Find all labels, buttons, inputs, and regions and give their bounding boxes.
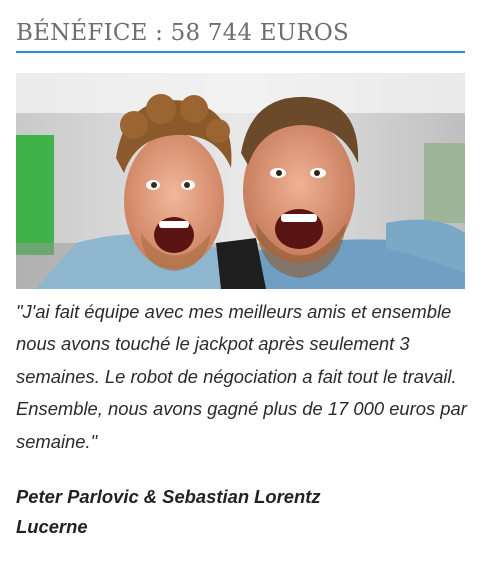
profit-heading: BÉNÉFICE : 58 744 EUROS [16, 20, 349, 46]
heading-underline [16, 51, 465, 53]
selfie-photo-illustration [16, 73, 465, 289]
author-city: Lucerne [16, 516, 88, 537]
author-names: Peter Parlovic & Sebastian Lorentz [16, 486, 321, 507]
testimonial-quote: "J'ai fait équipe avec mes meilleurs ami… [16, 301, 467, 452]
testimonial-card: BÉNÉFICE : 58 744 EUROS "J'ai fait équip… [0, 0, 484, 562]
testimonial-author: Peter Parlovic & Sebastian Lorentz Lucer… [16, 482, 468, 542]
testimonial-photo [16, 73, 465, 289]
